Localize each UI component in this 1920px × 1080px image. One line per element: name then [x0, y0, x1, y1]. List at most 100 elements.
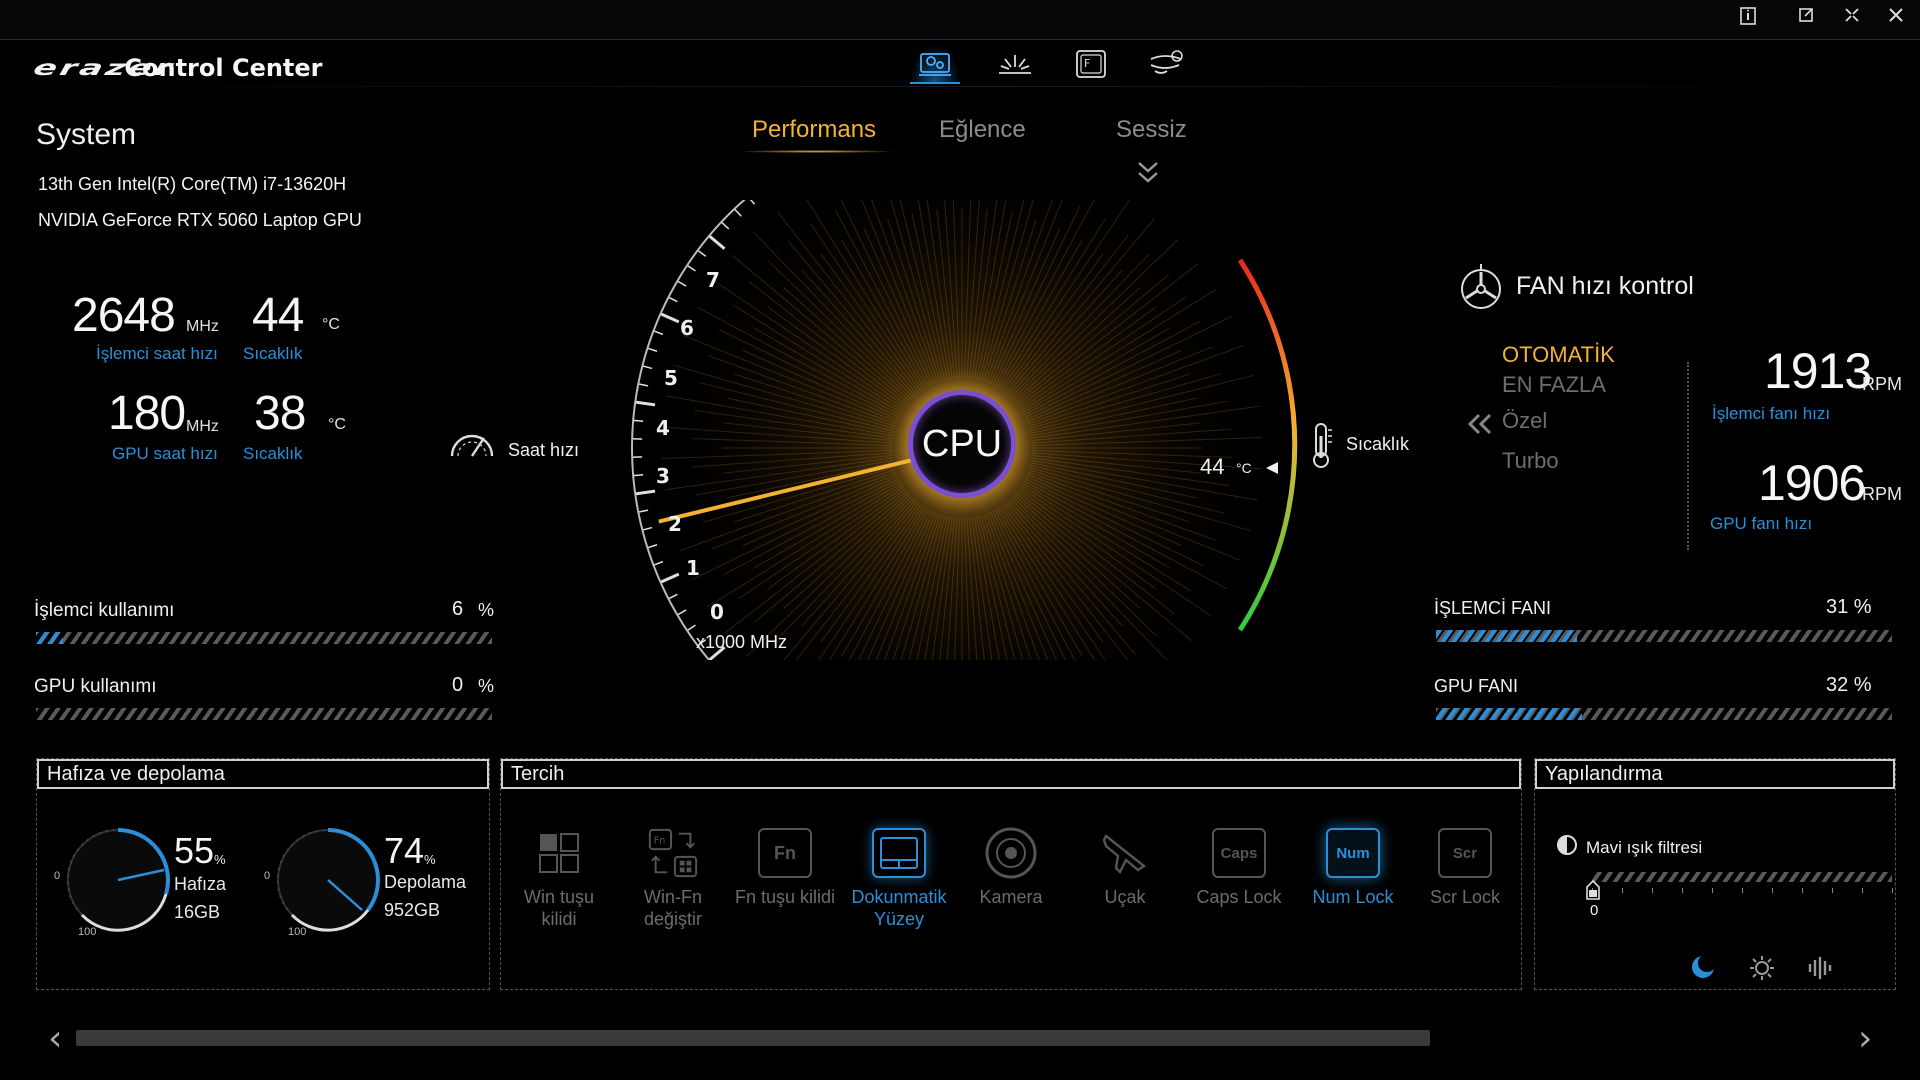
- scale-tick-mark: [720, 221, 730, 230]
- svg-text:F: F: [1084, 57, 1090, 70]
- brightness-icon[interactable]: [1748, 954, 1776, 987]
- memory-panel-title: Hafıza ve depolama: [47, 763, 225, 785]
- moon-icon[interactable]: [1690, 954, 1716, 985]
- fan-mode-ozel[interactable]: Özel: [1502, 408, 1547, 434]
- scroll-lock-toggle[interactable]: Scr Scr Lock: [1410, 828, 1520, 908]
- scale-tick-mark: [668, 296, 678, 303]
- fan-mode-en-fazla[interactable]: EN FAZLA: [1502, 372, 1606, 398]
- scale-tick-mark: [642, 365, 653, 370]
- lighting-icon[interactable]: [990, 44, 1040, 84]
- scale-tick-mark: [653, 330, 664, 336]
- info-icon[interactable]: [1734, 5, 1762, 33]
- active-tab-indicator: [736, 150, 896, 153]
- airplane-label: Uçak: [1104, 887, 1146, 907]
- gpu-fan-load-label: GPU FANI: [1434, 676, 1519, 696]
- scale-tick-mark: [635, 489, 656, 496]
- tab-eglence[interactable]: Eğlence: [939, 116, 1026, 144]
- scale-tick-mark: [659, 572, 680, 584]
- scale-tick-mark: [676, 280, 687, 287]
- svg-text:Fn: Fn: [654, 835, 666, 846]
- camera-icon: [984, 827, 1038, 879]
- gpu-usage-bar: [36, 708, 492, 720]
- double-chevron-left-icon[interactable]: [1466, 412, 1494, 441]
- cpu-temp-value: 44: [252, 289, 304, 342]
- win-fn-swap-label: Win-Fn değiştir: [643, 887, 703, 929]
- cpu-usage-bar: [36, 632, 492, 644]
- slider-tick: [1622, 888, 1623, 893]
- scale-tick-0: 0: [710, 600, 724, 624]
- tab-performans[interactable]: Performans: [752, 116, 876, 144]
- gpu-usage-label: GPU kullanımı: [34, 676, 157, 697]
- cpu-fan-rpm-label: İşlemci fanı hızı: [1712, 404, 1831, 423]
- airplane-toggle[interactable]: Uçak: [1070, 828, 1180, 908]
- cpu-fan-load-label: İŞLEMCİ FANI: [1434, 598, 1552, 618]
- blue-light-slider[interactable]: [1592, 872, 1892, 882]
- fan-settings-icon[interactable]: [1142, 44, 1192, 84]
- scroll-right-arrow[interactable]: ›: [1858, 1018, 1872, 1059]
- temp-pointer-icon: [1264, 460, 1280, 481]
- scale-tick-mark: [647, 347, 658, 352]
- scale-tick-mark: [686, 624, 696, 632]
- cpu-clock-value: 2648: [72, 289, 176, 342]
- touchpad-toggle[interactable]: Dokunmatik Yüzey: [844, 828, 954, 930]
- fan-divider: [1687, 362, 1689, 550]
- gpu-fan-rpm-label: GPU fanı hızı: [1710, 514, 1813, 533]
- fn-lock-icon: Fn: [758, 828, 812, 878]
- cpu-clock-unit: MHz: [186, 318, 219, 335]
- camera-toggle[interactable]: Kamera: [956, 827, 1066, 908]
- touchpad-icon: [872, 828, 926, 878]
- gpu-clock-label: GPU saat hızı: [112, 444, 218, 463]
- cpu-usage-percent: %: [478, 600, 495, 620]
- win-key-lock-toggle[interactable]: Win tuşu kilidi: [504, 828, 614, 930]
- slider-tick: [1892, 888, 1893, 893]
- clock-speed-label: Saat hızı: [508, 440, 580, 460]
- horizontal-scrollbar[interactable]: [76, 1030, 1430, 1046]
- fn-lock-label: Fn tuşu kilidi: [734, 887, 836, 907]
- scroll-left-arrow[interactable]: ‹: [48, 1018, 62, 1059]
- cpu-fan-load-fill: [1436, 630, 1578, 642]
- blue-light-slider-ticks: [1592, 888, 1893, 894]
- scale-tick-mark: [676, 609, 687, 616]
- camera-label: Kamera: [979, 887, 1043, 907]
- cpu-usage-fill: [36, 632, 64, 644]
- num-lock-icon: Num: [1326, 828, 1380, 878]
- gauge-temp-unit: °C: [1236, 460, 1252, 476]
- minimize-icon[interactable]: [1838, 5, 1866, 33]
- restore-icon[interactable]: [1792, 5, 1820, 33]
- cpu-temp-label: Sıcaklık: [243, 344, 303, 363]
- gpu-fan-rpm-value: 1906: [1758, 455, 1866, 511]
- speedometer-icon: [446, 422, 498, 467]
- fn-lock-toggle[interactable]: Fn Fn tuşu kilidi: [730, 828, 840, 908]
- fan-mode-otomatik[interactable]: OTOMATİK: [1502, 342, 1615, 368]
- scroll-lock-label: Scr Lock: [1429, 887, 1501, 907]
- scale-tick-mark: [733, 208, 742, 217]
- gpu-name: NVIDIA GeForce RTX 5060 Laptop GPU: [38, 210, 362, 230]
- fan-mode-turbo[interactable]: Turbo: [1502, 448, 1559, 474]
- close-icon[interactable]: [1882, 5, 1910, 33]
- system-settings-icon[interactable]: [910, 44, 960, 84]
- win-fn-swap-icon: Fn: [646, 828, 700, 878]
- thermometer-icon: [1306, 420, 1336, 475]
- caps-lock-icon: Caps: [1212, 828, 1266, 878]
- fn-key-icon[interactable]: F: [1066, 44, 1116, 84]
- slider-tick: [1712, 888, 1713, 893]
- configuration-panel-header: Yapılandırma: [1535, 759, 1895, 789]
- cpu-clock-label: İşlemci saat hızı: [96, 344, 218, 363]
- win-key-lock-label: Win tuşu kilidi: [523, 887, 595, 929]
- caps-lock-toggle[interactable]: Caps Caps Lock: [1184, 828, 1294, 908]
- ram-percent-sign: %: [214, 852, 226, 867]
- scale-tick-mark: [749, 200, 756, 205]
- cpu-fan-rpm-unit: RPM: [1862, 374, 1902, 394]
- tab-sessiz[interactable]: Sessiz: [1116, 116, 1187, 144]
- airplane-icon: [1098, 828, 1152, 878]
- win-fn-swap-toggle[interactable]: Fn Win-Fn değiştir: [618, 828, 728, 930]
- windows-key-icon: [532, 828, 586, 878]
- gpu-fan-rpm-unit: RPM: [1862, 484, 1902, 504]
- ram-percent: 55: [174, 830, 215, 871]
- scale-tick-mark: [697, 249, 707, 257]
- num-lock-label: Num Lock: [1312, 887, 1394, 907]
- chevron-down-icon[interactable]: [1136, 160, 1160, 191]
- sound-icon[interactable]: [1806, 954, 1834, 987]
- num-lock-toggle[interactable]: Num Num Lock: [1298, 828, 1408, 908]
- gpu-temp-value: 38: [254, 387, 306, 440]
